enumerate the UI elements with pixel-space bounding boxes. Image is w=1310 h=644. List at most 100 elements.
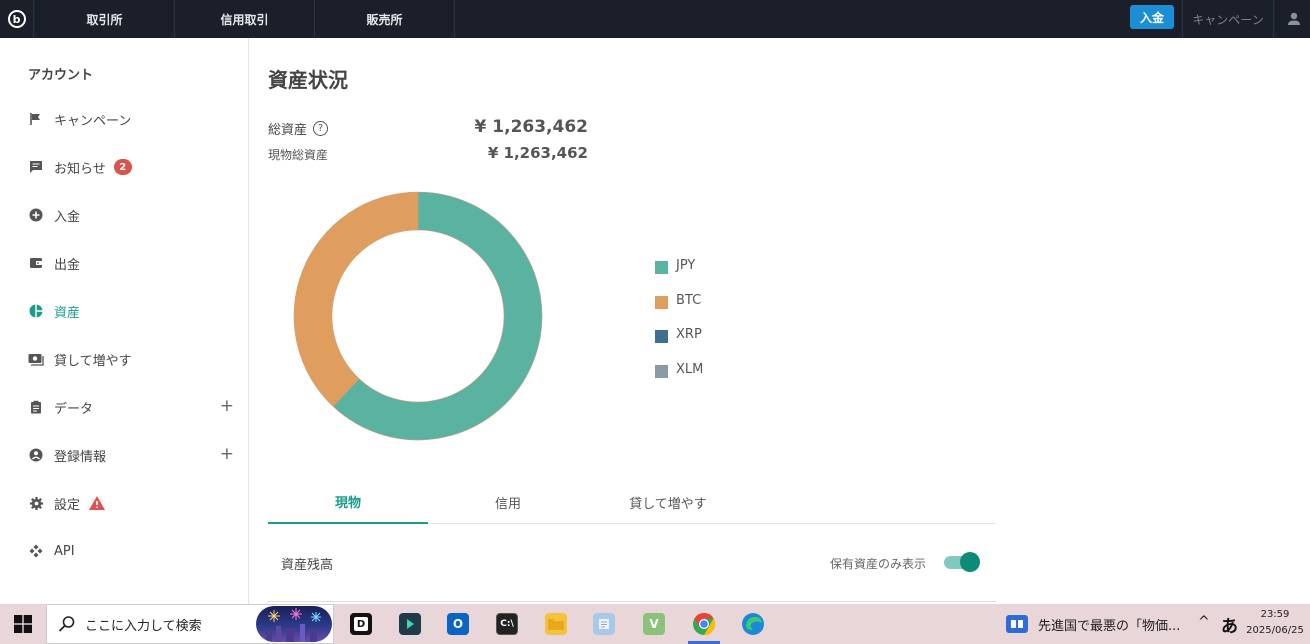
held-assets-only-label: 保有資産のみ表示	[830, 557, 927, 571]
asset-balance-label: 資産残高	[281, 558, 334, 573]
notepad-icon	[593, 613, 615, 635]
spot-assets-label: 現物総資産	[268, 148, 329, 162]
tab-lending[interactable]: 貸して増やす	[588, 480, 748, 524]
wallet-icon	[28, 255, 44, 271]
outlook-icon: O	[447, 613, 469, 635]
folder-icon	[545, 613, 567, 635]
legend-label: BTC	[676, 292, 702, 308]
pie-chart-icon	[28, 303, 44, 319]
legend-swatch	[655, 261, 668, 274]
ime-indicator[interactable]: あ	[1221, 612, 1238, 637]
user-icon[interactable]	[1284, 9, 1304, 29]
sidebar-item-label: お知らせ	[54, 161, 106, 177]
taskbar-app-edge[interactable]	[737, 608, 769, 640]
taskbar-app-vim[interactable]: V	[638, 608, 670, 640]
sidebar-item-label: API	[54, 543, 75, 559]
message-icon	[28, 159, 44, 175]
section-divider	[268, 601, 996, 602]
sidebar-item-withdrawal[interactable]: 出金	[28, 251, 238, 275]
spot-assets-value: ¥ 1,263,462	[487, 144, 588, 162]
sidebar-title: アカウント	[28, 68, 94, 83]
legend-swatch	[655, 295, 668, 309]
taskbar-app-chrome[interactable]	[688, 608, 720, 644]
sidebar-item-settings[interactable]: 設定	[28, 491, 238, 515]
notification-badge: 2	[113, 159, 132, 175]
cash-icon	[28, 351, 44, 367]
taskbar-news-widget[interactable]: 先進国で最悪の「物価...	[1006, 604, 1180, 644]
taskbar-app-explorer[interactable]	[540, 608, 572, 640]
clipboard-icon	[28, 399, 44, 415]
legend-item-btc[interactable]: BTC	[655, 293, 703, 328]
expand-plus-icon[interactable]: +	[220, 446, 234, 463]
taskbar-app-editor[interactable]	[394, 608, 426, 640]
legend-label: JPY	[676, 258, 696, 273]
search-placeholder: ここに入力して検索	[85, 618, 202, 634]
sidebar-item-label: 貸して増やす	[54, 353, 132, 369]
held-assets-only-toggle[interactable]	[944, 552, 980, 572]
news-text: 先進国で最悪の「物価...	[1038, 618, 1181, 634]
legend-item-xlm[interactable]: XLM	[655, 362, 703, 397]
chart-legend: JPY BTC XRP XLM	[655, 258, 703, 396]
sidebar-item-notifications[interactable]: お知らせ 2	[28, 155, 238, 179]
taskbar-app-dictation[interactable]: D	[345, 608, 377, 640]
taskbar-app-terminal[interactable]: C:\	[491, 608, 523, 640]
legend-swatch	[655, 330, 668, 343]
sidebar-item-assets[interactable]: 資産	[28, 299, 238, 323]
tab-spot[interactable]: 現物	[268, 480, 428, 524]
sidebar-item-label: データ	[54, 401, 94, 417]
tray-overflow-chevron-up-icon[interactable]: ^	[1198, 614, 1210, 630]
nav-tab-retail[interactable]: 販売所	[315, 0, 455, 38]
warning-icon	[89, 496, 106, 510]
search-icon	[58, 616, 75, 632]
expand-plus-icon[interactable]: +	[220, 398, 234, 415]
help-icon[interactable]: ?	[313, 121, 329, 136]
donut-slice-btc[interactable]	[293, 191, 419, 407]
sidebar-item-label: 資産	[54, 305, 81, 321]
sidebar-item-campaign[interactable]: キャンペーン	[28, 107, 238, 131]
legend-item-xrp[interactable]: XRP	[655, 327, 703, 362]
taskbar-clock[interactable]: 23:59 2025/06/25	[1244, 607, 1306, 639]
sidebar-item-label: 出金	[54, 257, 81, 273]
asset-donut-chart	[293, 191, 543, 441]
legend-item-jpy[interactable]: JPY	[655, 258, 703, 293]
account-circle-icon	[28, 447, 44, 463]
bitbank-logo[interactable]: b	[0, 0, 34, 38]
legend-label: XLM	[676, 361, 704, 377]
sidebar-item-api[interactable]: API	[28, 539, 238, 563]
asset-tabs: 現物 信用 貸して増やす	[268, 480, 996, 524]
app-icon-editor	[399, 613, 421, 635]
clock-date: 2025/06/25	[1246, 625, 1304, 636]
taskbar-app-notepad[interactable]	[588, 608, 620, 640]
total-assets-value: ¥ 1,263,462	[474, 117, 588, 137]
total-assets-label: 総資産 ?	[268, 119, 329, 138]
nav-tab-margin[interactable]: 信用取引	[175, 0, 315, 38]
page-title: 資産状況	[268, 68, 348, 92]
legend-swatch	[655, 364, 668, 378]
sidebar-item-label: キャンペーン	[54, 113, 132, 129]
sidebar-item-registration[interactable]: 登録情報 +	[28, 443, 238, 467]
account-sidebar: アカウント キャンペーン お知らせ 2 入金 出金 資産 貸して増やす データ …	[0, 38, 249, 604]
edge-icon	[742, 613, 764, 635]
flag-icon	[28, 111, 44, 127]
gear-icon	[28, 495, 44, 511]
total-assets-text: 総資産	[268, 123, 308, 138]
search-highlight-fireworks-image[interactable]	[256, 606, 332, 642]
sidebar-item-data[interactable]: データ +	[28, 395, 238, 419]
top-navigation: b 取引所 信用取引 販売所 入金 キャンペーン	[0, 0, 1310, 38]
app-icon-d: D	[350, 613, 372, 635]
deposit-button[interactable]: 入金	[1130, 5, 1174, 29]
tab-margin[interactable]: 信用	[428, 480, 588, 524]
sidebar-item-deposit[interactable]: 入金	[28, 203, 238, 227]
start-button[interactable]	[0, 604, 46, 644]
sidebar-item-label: 登録情報	[54, 449, 107, 465]
toggle-knob	[960, 552, 980, 572]
sidebar-item-label: 設定	[54, 497, 81, 513]
terminal-icon: C:\	[496, 613, 518, 635]
legend-label: XRP	[676, 327, 702, 342]
sidebar-item-lending[interactable]: 貸して増やす	[28, 347, 238, 371]
nav-tab-exchange[interactable]: 取引所	[35, 0, 175, 38]
chrome-icon	[693, 613, 715, 635]
plus-circle-icon	[28, 207, 44, 223]
taskbar-app-outlook[interactable]: O	[442, 608, 474, 640]
campaign-link[interactable]: キャンペーン	[1182, 0, 1274, 38]
